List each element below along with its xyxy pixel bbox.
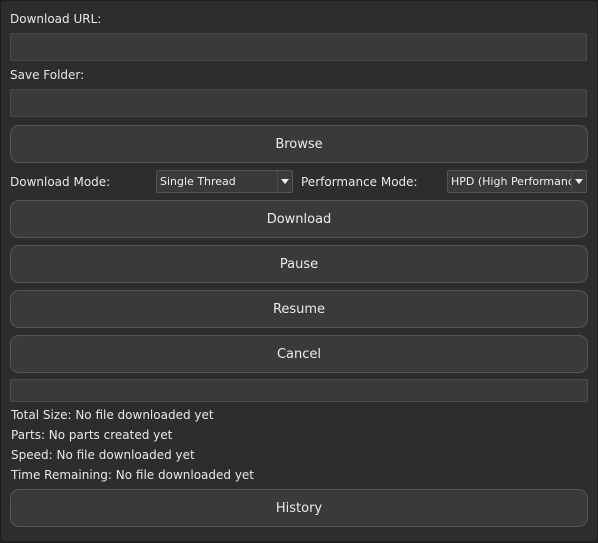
download-url-input[interactable] [10, 33, 587, 61]
parts-status: Parts: No parts created yet [11, 428, 173, 442]
performance-mode-value: HPD (High Performance) [451, 175, 571, 188]
download-mode-select[interactable]: Single Thread [156, 170, 293, 193]
download-mode-value: Single Thread [160, 175, 236, 188]
cancel-button[interactable]: Cancel [10, 335, 588, 373]
pause-button[interactable]: Pause [10, 245, 588, 283]
chevron-down-icon [277, 171, 292, 192]
save-folder-label: Save Folder: [10, 68, 85, 82]
history-button[interactable]: History [10, 489, 588, 527]
download-progress-bar [10, 379, 588, 402]
download-button[interactable]: Download [10, 200, 588, 238]
browse-button[interactable]: Browse [10, 125, 588, 163]
total-size-status: Total Size: No file downloaded yet [11, 408, 214, 422]
downloader-window: Download URL: Save Folder: Browse Downlo… [1, 1, 597, 541]
time-remaining-status: Time Remaining: No file downloaded yet [11, 468, 255, 482]
performance-mode-select[interactable]: HPD (High Performance) [447, 170, 587, 193]
performance-mode-label: Performance Mode: [301, 175, 418, 189]
download-mode-label: Download Mode: [10, 175, 111, 189]
resume-button[interactable]: Resume [10, 290, 588, 328]
download-url-label: Download URL: [10, 12, 102, 26]
chevron-down-icon [571, 171, 586, 192]
save-folder-input[interactable] [10, 89, 587, 117]
speed-status: Speed: No file downloaded yet [11, 448, 195, 462]
